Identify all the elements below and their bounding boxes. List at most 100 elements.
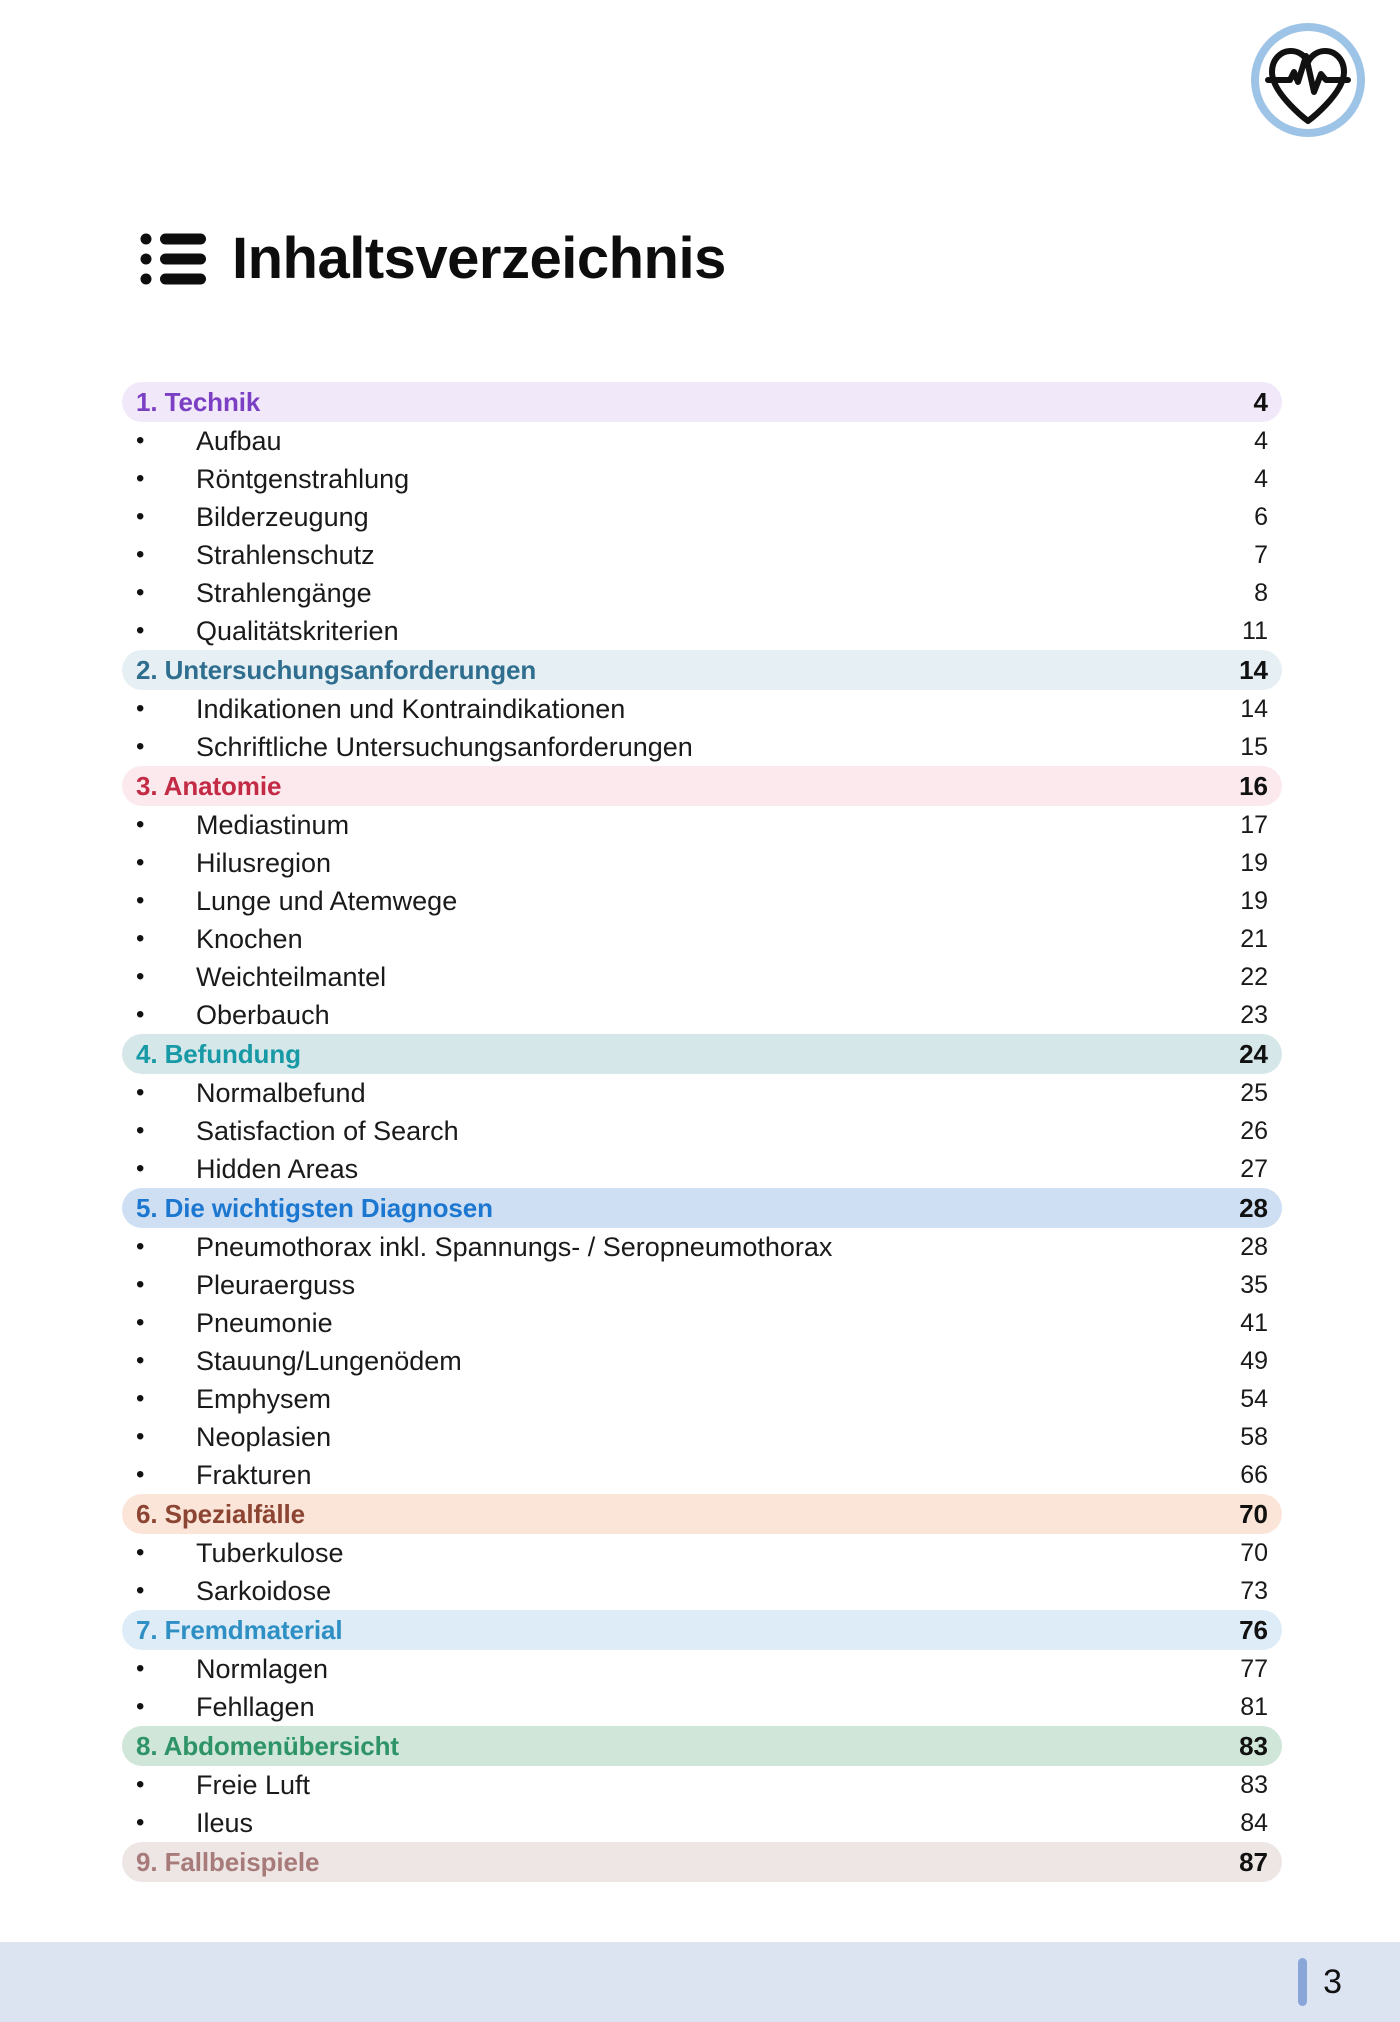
toc-chapter-row[interactable]: 5. Die wichtigsten Diagnosen 28 bbox=[122, 1188, 1282, 1228]
page-footer: 3 bbox=[0, 1942, 1400, 2022]
toc-entry-label: Strahlenschutz bbox=[196, 539, 375, 570]
toc-entry-row[interactable]: • Pneumothorax inkl. Spannungs- / Seropne… bbox=[122, 1228, 1282, 1266]
toc-entry-row[interactable]: • Mediastinum 17 bbox=[122, 806, 1282, 844]
toc-entry-row[interactable]: • Tuberkulose 70 bbox=[122, 1534, 1282, 1572]
toc-entry-page-number: 27 bbox=[1240, 1154, 1268, 1183]
table-of-contents: 1. Technik 4 • Aufbau 4 • Röntgenstrahlung 4 • Bi… bbox=[122, 382, 1282, 1882]
toc-chapter-row[interactable]: 2. Untersuchungsanforderungen 14 bbox=[122, 650, 1282, 690]
toc-entry-page-number: 17 bbox=[1240, 810, 1268, 839]
toc-entry-page-number: 11 bbox=[1242, 616, 1268, 645]
toc-entry-label: Emphysem bbox=[196, 1383, 332, 1414]
toc-chapter-row[interactable]: 8. Abdomenübersicht 83 bbox=[122, 1726, 1282, 1766]
bullet-icon: • bbox=[136, 1271, 145, 1298]
toc-chapter-label: 1. Technik bbox=[136, 387, 261, 417]
toc-chapter-row[interactable]: 4. Befundung 24 bbox=[122, 1034, 1282, 1074]
list-bullets-icon bbox=[140, 233, 206, 285]
toc-entry-row[interactable]: • Stauung/Lungenödem 49 bbox=[122, 1342, 1282, 1380]
bullet-icon: • bbox=[136, 427, 145, 454]
toc-entry-row[interactable]: • Satisfaction of Search 26 bbox=[122, 1112, 1282, 1150]
toc-entry-label: Tuberkulose bbox=[196, 1537, 344, 1568]
toc-entry-row[interactable]: • Fehllagen 81 bbox=[122, 1688, 1282, 1726]
bullet-icon: • bbox=[136, 1079, 145, 1106]
toc-entry-label: Strahlengänge bbox=[196, 577, 372, 608]
toc-entry-label: Aufbau bbox=[196, 425, 282, 456]
toc-entry-row[interactable]: • Normlagen 77 bbox=[122, 1650, 1282, 1688]
bullet-icon: • bbox=[136, 1347, 145, 1374]
toc-chapter-page-number: 24 bbox=[1239, 1039, 1268, 1069]
toc-entry-row[interactable]: • Hidden Areas 27 bbox=[122, 1150, 1282, 1188]
bullet-icon: • bbox=[136, 1309, 145, 1336]
toc-entry-label: Hidden Areas bbox=[196, 1153, 359, 1184]
bullet-icon: • bbox=[136, 811, 145, 838]
toc-entry-row[interactable]: • Röntgenstrahlung 4 bbox=[122, 460, 1282, 498]
toc-entry-row[interactable]: • Pleuraerguss 35 bbox=[122, 1266, 1282, 1304]
toc-entry-row[interactable]: • Frakturen 66 bbox=[122, 1456, 1282, 1494]
toc-entry-label: Indikationen und Kontraindikationen bbox=[196, 693, 626, 724]
toc-entry-page-number: 28 bbox=[1240, 1232, 1268, 1261]
toc-entry-label: Hilusregion bbox=[196, 847, 332, 878]
toc-entry-row[interactable]: • Strahlenschutz 7 bbox=[122, 536, 1282, 574]
toc-entry-page-number: 15 bbox=[1240, 732, 1268, 761]
toc-entry-page-number: 4 bbox=[1254, 426, 1268, 455]
toc-chapter-row[interactable]: 7. Fremdmaterial 76 bbox=[122, 1610, 1282, 1650]
toc-entry-row[interactable]: • Oberbauch 23 bbox=[122, 996, 1282, 1034]
toc-entry-label: Ileus bbox=[196, 1807, 254, 1838]
toc-entry-row[interactable]: • Indikationen und Kontraindikationen 14 bbox=[122, 690, 1282, 728]
bullet-icon: • bbox=[136, 617, 145, 644]
toc-entry-row[interactable]: • Schriftliche Untersuchungsanforderungen… bbox=[122, 728, 1282, 766]
toc-chapter-page-number: 76 bbox=[1239, 1615, 1268, 1645]
toc-entry-row[interactable]: • Qualitätskriterien 11 bbox=[122, 612, 1282, 650]
toc-entry-page-number: 41 bbox=[1240, 1308, 1268, 1337]
bullet-icon: • bbox=[136, 1577, 145, 1604]
heart-pulse-icon bbox=[1251, 23, 1365, 137]
toc-entry-row[interactable]: • Strahlengänge 8 bbox=[122, 574, 1282, 612]
toc-entry-row[interactable]: • Weichteilmantel 22 bbox=[122, 958, 1282, 996]
toc-entry-label: Satisfaction of Search bbox=[196, 1115, 459, 1146]
toc-chapter-page-number: 16 bbox=[1239, 771, 1268, 801]
toc-chapter-label: 3. Anatomie bbox=[136, 771, 282, 801]
bullet-icon: • bbox=[136, 1809, 145, 1836]
toc-chapter-page-number: 28 bbox=[1239, 1193, 1268, 1223]
toc-entry-row[interactable]: • Knochen 21 bbox=[122, 920, 1282, 958]
toc-entry-row[interactable]: • Pneumonie 41 bbox=[122, 1304, 1282, 1342]
toc-entry-row[interactable]: • Neoplasien 58 bbox=[122, 1418, 1282, 1456]
toc-entry-label: Knochen bbox=[196, 923, 303, 954]
toc-chapter-label: 6. Spezialfälle bbox=[136, 1499, 306, 1529]
footer-page-number: 3 bbox=[1323, 1963, 1342, 2001]
toc-chapter-page-number: 70 bbox=[1239, 1499, 1268, 1529]
toc-entry-label: Frakturen bbox=[196, 1459, 312, 1490]
toc-entry-row[interactable]: • Normalbefund 25 bbox=[122, 1074, 1282, 1112]
bullet-icon: • bbox=[136, 1117, 145, 1144]
toc-entry-row[interactable]: • Freie Luft 83 bbox=[122, 1766, 1282, 1804]
toc-entry-row[interactable]: • Sarkoidose 73 bbox=[122, 1572, 1282, 1610]
toc-chapter-row[interactable]: 9. Fallbeispiele 87 bbox=[122, 1842, 1282, 1882]
toc-entry-row[interactable]: • Emphysem 54 bbox=[122, 1380, 1282, 1418]
bullet-icon: • bbox=[136, 1461, 145, 1488]
toc-chapter-label: 4. Befundung bbox=[136, 1039, 301, 1069]
bullet-icon: • bbox=[136, 1385, 145, 1412]
toc-entry-page-number: 84 bbox=[1240, 1808, 1268, 1837]
bullet-icon: • bbox=[136, 1233, 145, 1260]
toc-entry-row[interactable]: • Lunge und Atemwege 19 bbox=[122, 882, 1282, 920]
bullet-icon: • bbox=[136, 465, 145, 492]
bullet-icon: • bbox=[136, 1771, 145, 1798]
toc-entry-page-number: 83 bbox=[1240, 1770, 1268, 1799]
toc-entry-label: Sarkoidose bbox=[196, 1575, 332, 1606]
toc-entry-page-number: 19 bbox=[1240, 886, 1268, 915]
toc-entry-label: Fehllagen bbox=[196, 1691, 315, 1722]
toc-chapter-row[interactable]: 1. Technik 4 bbox=[122, 382, 1282, 422]
toc-entry-page-number: 14 bbox=[1240, 694, 1268, 723]
toc-entry-label: Pleuraerguss bbox=[196, 1269, 356, 1300]
toc-entry-row[interactable]: • Hilusregion 19 bbox=[122, 844, 1282, 882]
toc-chapter-label: 5. Die wichtigsten Diagnosen bbox=[136, 1193, 493, 1223]
toc-entry-page-number: 8 bbox=[1254, 578, 1268, 607]
toc-entry-row[interactable]: • Bilderzeugung 6 bbox=[122, 498, 1282, 536]
toc-entry-page-number: 54 bbox=[1240, 1384, 1268, 1413]
toc-entry-page-number: 58 bbox=[1240, 1422, 1268, 1451]
toc-entry-page-number: 66 bbox=[1240, 1460, 1268, 1489]
toc-chapter-row[interactable]: 6. Spezialfälle 70 bbox=[122, 1494, 1282, 1534]
toc-entry-row[interactable]: • Aufbau 4 bbox=[122, 422, 1282, 460]
toc-entry-label: Pneumonie bbox=[196, 1307, 333, 1338]
toc-entry-row[interactable]: • Ileus 84 bbox=[122, 1804, 1282, 1842]
toc-chapter-row[interactable]: 3. Anatomie 16 bbox=[122, 766, 1282, 806]
